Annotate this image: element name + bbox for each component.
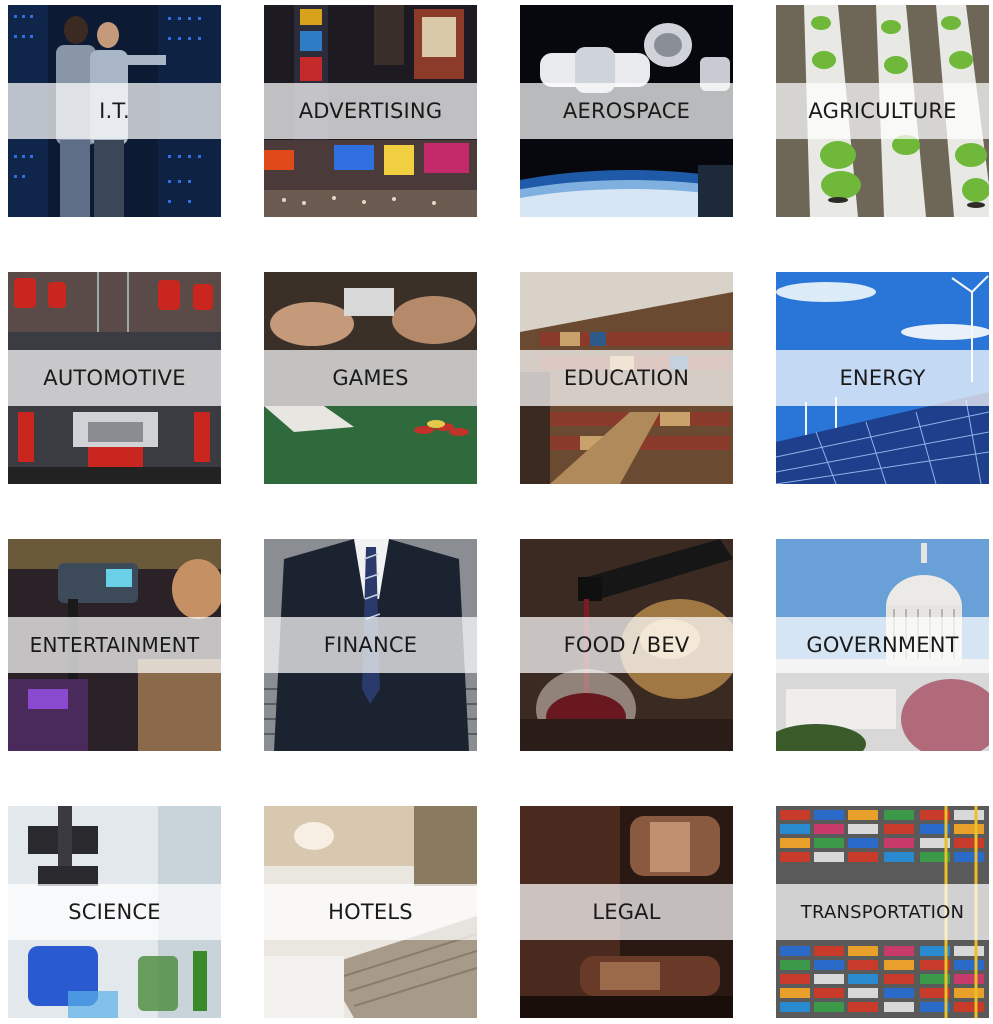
tile-label: SCIENCE	[68, 900, 161, 924]
tile-label-band: HOTELS	[264, 884, 477, 940]
tile-label-band: ENTERTAINMENT	[8, 617, 221, 673]
tile-education[interactable]: EDUCATION	[520, 272, 733, 484]
tile-label: HOTELS	[328, 900, 413, 924]
tile-it[interactable]: I.T.	[8, 5, 221, 217]
tile-entertainment[interactable]: ENTERTAINMENT	[8, 539, 221, 751]
tile-label: TRANSPORTATION	[800, 901, 965, 923]
tile-government[interactable]: GOVERNMENT	[776, 539, 989, 751]
tile-label-band: ENERGY	[776, 350, 989, 406]
tile-science[interactable]: SCIENCE	[8, 806, 221, 1018]
tile-agriculture[interactable]: AGRICULTURE	[776, 5, 989, 217]
tile-label-band: AGRICULTURE	[776, 83, 989, 139]
tile-label: ADVERTISING	[298, 99, 443, 123]
tile-label-band: TRANSPORTATION	[776, 884, 989, 940]
tile-label: AEROSPACE	[562, 99, 691, 123]
tile-label: GOVERNMENT	[806, 633, 959, 657]
tile-label-band: GAMES	[264, 350, 477, 406]
tile-label-band: AUTOMOTIVE	[8, 350, 221, 406]
tile-energy[interactable]: ENERGY	[776, 272, 989, 484]
tile-label: AUTOMOTIVE	[43, 366, 186, 390]
tile-label-band: LEGAL	[520, 884, 733, 940]
tile-aerospace[interactable]: AEROSPACE	[520, 5, 733, 217]
tile-label-band: AEROSPACE	[520, 83, 733, 139]
tile-transportation[interactable]: TRANSPORTATION	[776, 806, 989, 1018]
tile-label: AGRICULTURE	[808, 99, 957, 123]
tile-advertising[interactable]: ADVERTISING	[264, 5, 477, 217]
industry-grid: I.T. ADVERTISING AEROSPACE AGRICULTURE A…	[8, 5, 989, 1018]
tile-label-band: ADVERTISING	[264, 83, 477, 139]
tile-label: ENERGY	[839, 366, 926, 390]
tile-food-bev[interactable]: FOOD / BEV	[520, 539, 733, 751]
tile-label-band: FOOD / BEV	[520, 617, 733, 673]
tile-finance[interactable]: FINANCE	[264, 539, 477, 751]
tile-label: GAMES	[332, 366, 409, 390]
tile-label: ENTERTAINMENT	[29, 633, 200, 657]
tile-label-band: FINANCE	[264, 617, 477, 673]
tile-label: I.T.	[99, 99, 130, 123]
tile-label: FINANCE	[323, 633, 418, 657]
tile-label: LEGAL	[592, 900, 661, 924]
tile-games[interactable]: GAMES	[264, 272, 477, 484]
tile-label-band: I.T.	[8, 83, 221, 139]
tile-label: FOOD / BEV	[563, 633, 690, 657]
tile-automotive[interactable]: AUTOMOTIVE	[8, 272, 221, 484]
tile-legal[interactable]: LEGAL	[520, 806, 733, 1018]
tile-label-band: GOVERNMENT	[776, 617, 989, 673]
tile-label-band: EDUCATION	[520, 350, 733, 406]
tile-hotels[interactable]: HOTELS	[264, 806, 477, 1018]
tile-label-band: SCIENCE	[8, 884, 221, 940]
tile-label: EDUCATION	[563, 366, 690, 390]
